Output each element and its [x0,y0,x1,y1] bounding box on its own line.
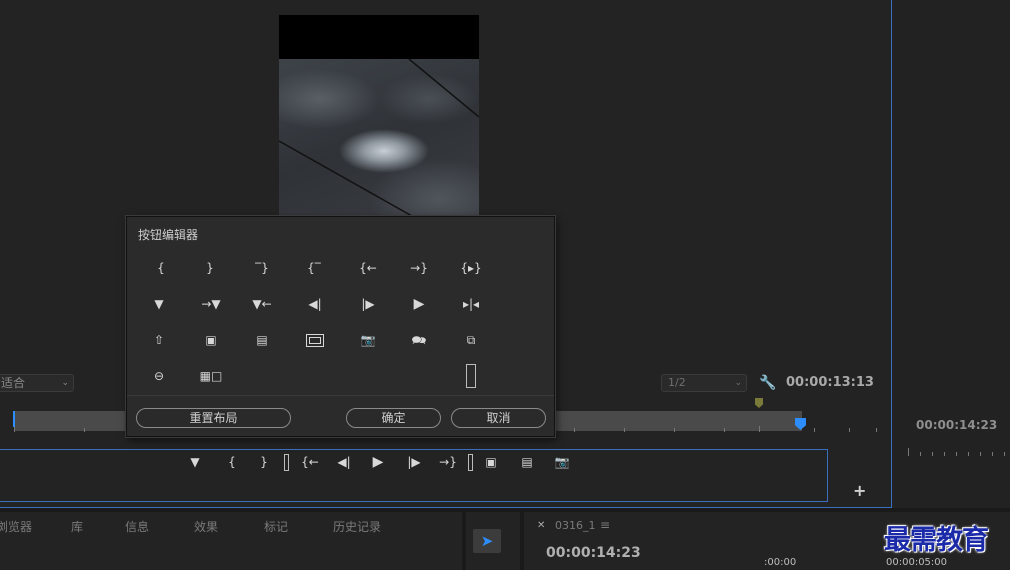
step-back-icon[interactable]: ◀| [332,453,356,471]
mark-in-icon[interactable]: { [149,259,173,277]
add-marker-icon[interactable]: ▼ [183,453,207,471]
button-editor-dialog: 按钮编辑器 { } ‾} {‾ {← →} {▸} ▼ →▼ ▼← ◀| |▶ … [126,216,555,437]
chevron-down-icon: ⌄ [734,378,742,388]
vr-video-icon[interactable]: ⊖ [147,367,171,385]
clear-in-icon[interactable]: ‾} [250,259,274,277]
tab-info[interactable]: 信息 [125,518,149,535]
go-to-previous-marker-icon[interactable]: ▼← [250,295,274,313]
closed-captions-icon[interactable]: 🗪 [407,331,431,349]
selection-tool-icon[interactable]: ➤ [473,529,501,553]
tools-panel [462,512,466,570]
tools-divider [520,512,524,570]
project-panel-tabs: 浏览器 库 信息 效果 标记 历史记录 [0,518,456,534]
clear-out-icon[interactable]: {‾ [302,259,326,277]
wrench-icon[interactable]: 🔧 [759,374,776,392]
reset-layout-button[interactable]: 重置布局 [136,408,291,428]
step-forward-icon[interactable]: |▶ [402,453,426,471]
step-back-icon[interactable]: ◀| [303,295,327,313]
resolution-value: 1/2 [668,376,686,389]
extract-icon[interactable]: ▤ [515,453,539,471]
transport-controls: ▼ { } {← ◀| ▶ |▶ →} ▣ ▤ 📷 [183,453,583,471]
dialog-title: 按钮编辑器 [138,228,199,242]
video-image-sky [279,59,479,220]
go-to-in-icon[interactable]: {← [298,453,322,471]
ruler-mark-label: 00:00:05:00 [886,557,948,568]
zoom-dropdown[interactable]: 适合 ⌄ [0,374,74,392]
separator-icon [284,454,289,471]
lift-icon[interactable]: ▣ [479,453,503,471]
tab-markers[interactable]: 标记 [264,518,288,535]
tab-browser[interactable]: 浏览器 [0,518,32,535]
power-lines [279,59,479,220]
lift-icon[interactable]: ⇧ [147,331,171,349]
source-ruler [908,448,1008,458]
video-frame [279,15,479,220]
dialog-footer-divider [127,395,554,396]
play-stop-icon[interactable]: ▶ [407,295,431,313]
safe-margins-icon[interactable] [306,334,324,347]
chevron-down-icon: ⌄ [61,378,69,388]
mark-out-icon[interactable]: } [198,259,222,277]
resolution-dropdown[interactable]: 1/2 ⌄ [661,374,747,392]
spacer-icon[interactable] [466,364,476,388]
sequence-tab-label[interactable]: 0316_1 [555,519,596,532]
go-to-in-icon[interactable]: {← [356,259,380,277]
timeline-timecode[interactable]: 00:00:14:23 [546,545,641,561]
go-to-out-icon[interactable]: →} [436,453,460,471]
export-frame-icon[interactable]: 📷 [356,331,380,349]
ok-button[interactable]: 确定 [346,408,441,428]
cancel-button[interactable]: 取消 [451,408,546,428]
bottom-divider [0,508,1010,512]
extract-icon[interactable]: ▣ [199,331,223,349]
step-forward-icon[interactable]: |▶ [356,295,380,313]
source-timecode[interactable]: 00:00:14:23 [916,418,997,432]
add-button-icon[interactable]: + [853,481,866,500]
close-icon[interactable]: ✕ [537,520,545,531]
go-to-out-icon[interactable]: →} [407,259,431,277]
overwrite-icon[interactable]: ▤ [250,331,274,349]
ruler-start-label: :00:00 [764,557,797,568]
comparison-view-icon[interactable]: ⧉ [459,331,483,349]
trim-toggle-icon[interactable]: ▸|◂ [459,295,483,313]
zoom-dropdown-value: 适合 [1,376,26,390]
tab-effects[interactable]: 效果 [194,518,218,535]
separator-icon [468,454,473,471]
watermark-logo: 最需教育 [884,525,989,556]
in-point-marker [13,411,15,427]
export-frame-icon[interactable]: 📷 [550,453,574,471]
tab-history[interactable]: 历史记录 [333,518,381,535]
play-in-to-out-icon[interactable]: {▸} [459,259,483,277]
multi-camera-icon[interactable]: ▦□ [199,367,223,385]
mark-in-icon[interactable]: { [220,453,244,471]
menu-icon[interactable]: ≡ [600,518,610,532]
add-marker-icon[interactable]: ▼ [147,295,171,313]
play-icon[interactable]: ▶ [366,453,390,471]
go-to-next-marker-icon[interactable]: →▼ [199,295,223,313]
mark-out-icon[interactable]: } [252,453,276,471]
program-timecode[interactable]: 00:00:13:13 [786,375,874,390]
tab-library[interactable]: 库 [71,518,83,535]
